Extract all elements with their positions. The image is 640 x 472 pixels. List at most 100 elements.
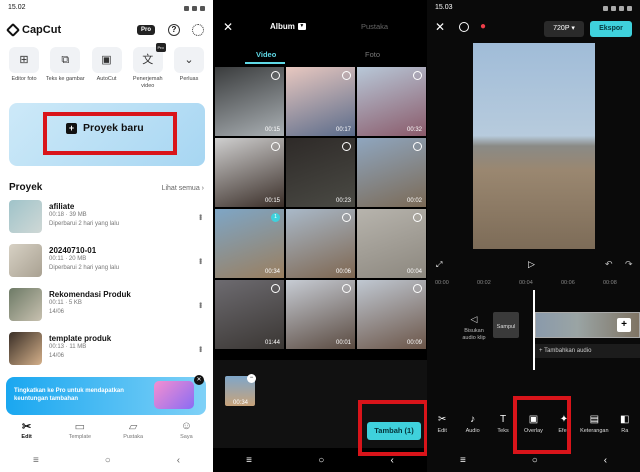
redo-icon[interactable]: ↷ [625,259,633,270]
see-all-link[interactable]: Lihat semua › [162,185,204,192]
tab-label: Saya [180,434,193,440]
tool-captions[interactable]: ▤ Keterangan [579,414,609,448]
export-button[interactable]: Ekspor [590,21,632,37]
tool-translate[interactable]: 文 Pro Penerjemah video [128,43,168,90]
tab-edit[interactable]: ✂ Edit [7,420,47,448]
video-thumbnail[interactable]: 00:01 [286,280,355,349]
video-thumbnail[interactable]: 00:23 [286,138,355,207]
video-thumbnail[interactable]: 00:02 [357,138,426,207]
tool-label: Teks ke gambar [45,76,85,82]
video-thumbnail[interactable]: 00:15 [215,138,284,207]
project-name: 20240710-01 [49,246,97,255]
project-info: 20240710-01 00:11 · 20 MB Diperbarui 2 har… [49,244,119,288]
more-options-icon[interactable]: ••• [196,258,205,263]
fullscreen-icon[interactable]: ⤢ [436,260,442,270]
captions-icon: ▤ [589,414,600,425]
back-icon[interactable]: ‹ [604,455,607,466]
add-clip-button[interactable]: + [617,318,631,332]
project-row[interactable]: afiliate 00:18 · 39 MB Diperbarui 2 hari y… [9,200,207,244]
mute-clip-audio-button[interactable]: ◁ Bisukan audio klip [457,315,491,342]
tab-saya[interactable]: ☺ Saya [166,420,206,448]
home-icon[interactable]: ○ [532,455,538,466]
video-thumbnail[interactable]: 00:15 [215,67,284,136]
add-audio-track[interactable]: + Tambahkan audio [535,344,640,358]
video-thumbnail[interactable]: 1 00:34 [215,209,284,278]
promo-text: Tingkatkan ke Pro untuk mendapatkan keun… [14,388,124,402]
project-row[interactable]: template produk 00:13 · 11 MB 14/06 ••• [9,332,207,376]
pro-promo-banner[interactable]: Tingkatkan ke Pro untuk mendapatkan keun… [6,377,206,415]
project-row[interactable]: 20240710-01 00:11 · 20 MB Diperbarui 2 har… [9,244,207,288]
recent-apps-icon[interactable]: ≡ [460,455,466,466]
close-icon[interactable]: ✕ [435,20,445,34]
video-thumbnail[interactable]: 01:44 [215,280,284,349]
select-circle[interactable] [413,284,422,293]
home-icon[interactable]: ○ [105,455,111,466]
library-tab[interactable]: Pustaka [361,22,388,31]
recent-apps-icon[interactable]: ≡ [33,455,39,466]
capcut-home-screen: 15.02 CapCut Pro ? ⊞ Editor foto ⧉ Teks ke … [0,0,213,472]
undo-icon[interactable]: ↶ [605,259,613,270]
more-options-icon[interactable]: ••• [196,346,205,351]
play-icon[interactable]: ▷ [528,259,535,270]
trending-icon[interactable]: ● [480,21,486,32]
cover-button[interactable]: Sampul [493,312,519,338]
home-icon[interactable]: ○ [318,455,324,466]
tab-label: Template [68,434,92,440]
album-selector[interactable]: Album ▼ [270,22,306,31]
gear-icon[interactable] [192,24,204,36]
tab-video[interactable]: Video [256,50,276,59]
tab-template[interactable]: ▭ Template [60,420,100,448]
recent-apps-icon[interactable]: ≡ [246,455,252,466]
scissors-icon: ✂ [22,421,32,433]
tool-ratio[interactable]: ◧ Ra [610,414,640,448]
tool-image-edit[interactable]: ⊞ Editor foto [4,47,44,90]
project-info: Rekomendasi Produk 00:11 · 5 KB 14/06 [49,288,131,332]
status-icons [184,4,205,12]
status-time: 15.02 [8,4,26,11]
tab-photo[interactable]: Foto [365,50,380,59]
select-circle[interactable] [413,71,422,80]
select-circle[interactable] [342,71,351,80]
project-info: template produk 00:13 · 11 MB 14/06 [49,332,111,376]
resolution-selector[interactable]: 720P ▾ [544,21,584,37]
select-circle[interactable] [271,142,280,151]
back-icon[interactable]: ‹ [391,455,394,466]
back-icon[interactable]: ‹ [177,455,180,466]
pro-tag: Pro [155,43,166,52]
status-icons [603,4,632,12]
select-circle[interactable] [413,142,422,151]
select-circle[interactable] [342,142,351,151]
more-options-icon[interactable]: ••• [196,214,205,219]
pro-badge[interactable]: Pro [137,25,156,35]
playhead[interactable] [533,290,535,370]
video-thumbnail[interactable]: 00:32 [357,67,426,136]
close-icon[interactable]: ✕ [194,375,204,385]
project-row[interactable]: Rekomendasi Produk 00:11 · 5 KB 14/06 ••• [9,288,207,332]
search-icon[interactable] [459,22,469,32]
video-thumbnail[interactable]: 00:09 [357,280,426,349]
select-circle[interactable] [271,284,280,293]
select-circle[interactable] [342,213,351,222]
close-icon[interactable]: ✕ [223,20,233,34]
video-thumbnail[interactable]: 00:04 [357,209,426,278]
tool-audio[interactable]: ♪ Audio [458,414,488,448]
project-meta: 00:13 · 11 MB [49,344,87,350]
autocut-icon: ▣ [91,47,122,73]
video-thumbnail[interactable]: 00:17 [286,67,355,136]
select-circle[interactable]: 1 [271,213,280,222]
help-icon[interactable]: ? [168,24,180,36]
tab-pustaka[interactable]: ▱ Pustaka [113,420,153,448]
tool-chevron-down[interactable]: ⌄ Perluas [169,47,209,90]
video-duration: 00:17 [335,127,351,133]
remove-selection-icon[interactable]: − [247,374,256,383]
tool-autocut[interactable]: ▣ AutoCut [87,47,127,90]
video-thumbnail[interactable]: 00:06 [286,209,355,278]
video-preview[interactable] [473,43,595,249]
more-options-icon[interactable]: ••• [196,302,205,307]
tool-scissors[interactable]: ✂ Edit [427,414,457,448]
select-circle[interactable] [413,213,422,222]
scissors-icon: ✂ [438,414,447,425]
tool-text-to-image[interactable]: ⧉ Teks ke gambar [45,47,85,90]
select-circle[interactable] [271,71,280,80]
select-circle[interactable] [342,284,351,293]
